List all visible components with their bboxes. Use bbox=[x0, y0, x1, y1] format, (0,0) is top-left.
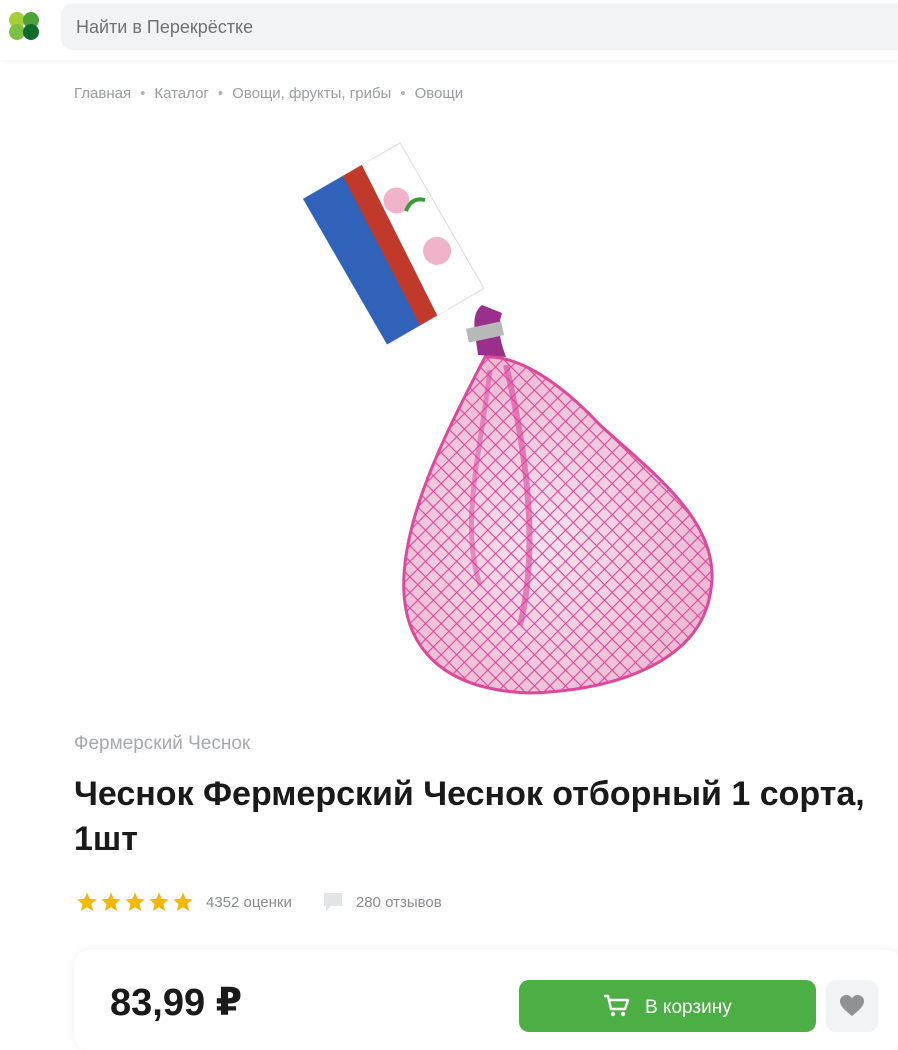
star-icon bbox=[125, 892, 145, 911]
product-brand[interactable]: Фермерский Чеснок bbox=[74, 733, 250, 755]
breadcrumb: Главная • Каталог • Овощи, фрукты, грибы • Ово… bbox=[74, 85, 463, 102]
heart-icon bbox=[840, 995, 864, 1016]
garlic-in-pink-net-icon bbox=[302, 142, 714, 695]
breadcrumb-item-subcategory[interactable]: Овощи bbox=[415, 85, 464, 102]
breadcrumb-separator: • bbox=[400, 85, 406, 102]
rating-stars[interactable] bbox=[76, 891, 194, 913]
star-icon bbox=[173, 892, 193, 911]
header: Найти в Перекрёстке bbox=[0, 0, 898, 60]
search-input[interactable]: Найти в Перекрёстке bbox=[61, 3, 898, 50]
reviews-link[interactable]: 280 отзывов bbox=[322, 892, 442, 912]
breadcrumb-separator: • bbox=[217, 85, 224, 102]
breadcrumb-item-home[interactable]: Главная bbox=[74, 85, 131, 102]
breadcrumb-item-catalog[interactable]: Каталог bbox=[154, 85, 209, 102]
perekrestok-logo-icon[interactable] bbox=[2, 4, 46, 48]
star-icon bbox=[77, 892, 97, 911]
price-card: 83,99 ₽ В корзину bbox=[74, 950, 898, 1050]
breadcrumb-item-category[interactable]: Овощи, фрукты, грибы bbox=[232, 85, 391, 102]
ratings-count[interactable]: 4352 оценки bbox=[206, 894, 292, 911]
add-to-cart-button[interactable]: В корзину bbox=[519, 980, 816, 1032]
favorite-button[interactable] bbox=[826, 980, 878, 1032]
product-title: Чеснок Фермерский Чеснок отборный 1 сорт… bbox=[74, 775, 865, 858]
cart-icon bbox=[604, 994, 630, 1017]
breadcrumb-separator: • bbox=[140, 85, 146, 102]
rating-row: 4352 оценки 280 отзывов bbox=[76, 890, 442, 914]
product-price: 83,99 ₽ bbox=[110, 982, 243, 1024]
reviews-count: 280 отзывов bbox=[355, 893, 442, 911]
add-to-cart-label: В корзину bbox=[645, 997, 732, 1018]
star-icon bbox=[101, 892, 121, 911]
search-placeholder: Найти в Перекрёстке bbox=[76, 17, 254, 37]
star-icon bbox=[149, 892, 169, 911]
comment-icon bbox=[323, 893, 342, 911]
